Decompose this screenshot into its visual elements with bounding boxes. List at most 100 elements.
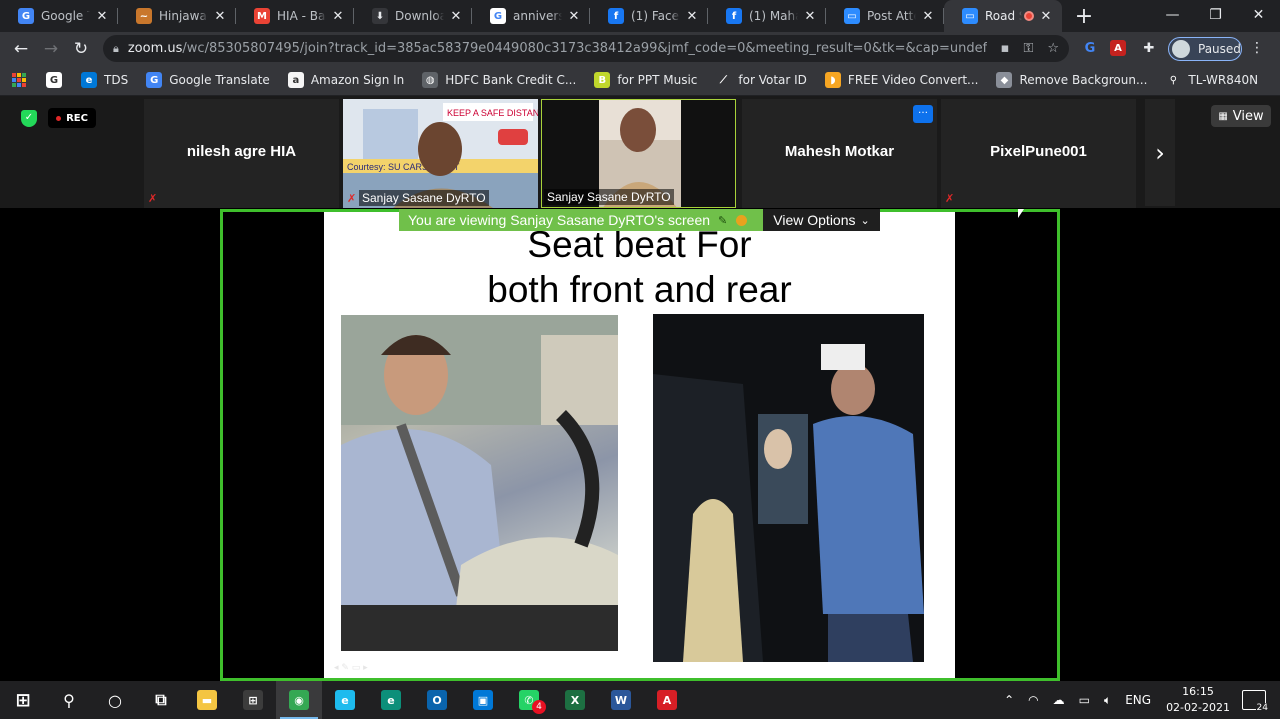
new-tab-button[interactable]: + [1068,0,1100,32]
excel-button[interactable]: X [552,681,598,719]
tab-5[interactable]: Ganniversary ✕ [472,0,590,32]
close-tab-icon[interactable]: ✕ [94,9,110,24]
bookmark-item[interactable]: Bfor PPT Music [594,72,697,88]
volume-icon[interactable]: 🔈︎ [1104,693,1111,708]
bookmark-item[interactable]: ◆ Remove Backgroun... [996,72,1147,88]
extensions-puzzle-icon[interactable]: ✚ [1139,38,1159,58]
active-speaker-tile[interactable]: Sanjay Sasane DyRTO [541,99,736,208]
music-icon: B [594,72,611,88]
clock[interactable]: 16:15 02-02-2021 [1166,684,1230,716]
chevron-up-icon[interactable]: ⌃ [1004,693,1014,707]
participant-video-tile[interactable]: KEEP A SAFE DISTANCE Courtesy: SU CARS P… [343,99,538,208]
close-tab-icon[interactable]: ✕ [1038,9,1054,24]
close-tab-icon[interactable]: ✕ [684,9,700,24]
close-tab-icon[interactable]: ✕ [920,9,936,24]
wifi-icon[interactable]: ◠ [1028,693,1038,707]
mail-icon: ▣ [473,690,493,710]
download-icon: ⬇ [372,8,388,24]
tab-9[interactable]: ▭ Road S ✕ [944,0,1062,32]
chrome-menu-icon[interactable]: ⋮ [1250,40,1264,56]
close-tab-icon[interactable]: ✕ [212,9,228,24]
minimize-button[interactable]: — [1151,0,1194,30]
camera-blocked-icon[interactable]: ▪ [1001,41,1010,56]
muted-mic-icon: ✗ [347,192,357,205]
battery-icon[interactable]: ▭ [1079,693,1090,707]
onedrive-icon[interactable]: ☁ [1053,693,1065,707]
file-explorer-button[interactable]: ▬ [184,681,230,719]
zoom-icon: ▭ [844,8,860,24]
close-tab-icon[interactable]: ✕ [566,9,582,24]
edge-button[interactable]: e [368,681,414,719]
bookmark-star-icon[interactable]: ☆ [1047,41,1059,56]
bookmark-item[interactable]: ◗ FREE Video Convert... [824,72,978,88]
back-button[interactable]: ← [6,34,36,64]
bookmark-item[interactable]: G Google Translate [146,72,270,88]
google-icon: G [490,8,506,24]
windows-taskbar: ⊞ ⚲ ○ ⧉ ▬ ⊞ ◉ e e O ▣ ✆ 4 X W A ⌃ ◠ ☁ ▭ 🔈︎ ENG 16:15 02… [0,681,1280,719]
annotate-icon[interactable]: ✎ [718,214,727,227]
participant-tile[interactable]: Mahesh Motkar [742,99,937,208]
view-button[interactable]: ▦ View [1211,105,1271,127]
ie-button[interactable]: e [322,681,368,719]
tab-8[interactable]: ▭ Post Attend ✕ [826,0,944,32]
bookmark-item[interactable]: a Amazon Sign In [287,72,404,88]
close-tab-icon[interactable]: ✕ [448,9,464,24]
word-button[interactable]: W [598,681,644,719]
outlook-button[interactable]: O [414,681,460,719]
close-window-button[interactable]: ✕ [1237,0,1280,30]
view-label: View [1232,108,1264,124]
tab-title: anniversary [513,9,562,23]
grid-view-icon: ▦ [1218,110,1228,122]
whatsapp-button[interactable]: ✆ 4 [506,681,552,719]
cortana-button[interactable]: ○ [92,681,138,719]
task-view-icon: ⧉ [151,690,171,710]
tab-6[interactable]: f (1) Faceboo ✕ [590,0,708,32]
stop-annotate-icon[interactable] [736,214,748,226]
tab-3[interactable]: M HIA - Barcla ✕ [236,0,354,32]
mail-button[interactable]: ▣ [460,681,506,719]
notification-center-icon[interactable]: 24 [1242,690,1269,713]
address-bar[interactable]: 🔒︎ zoom.us/wc/85305807495/join?track_id=… [103,35,1069,62]
bookmark-item[interactable]: ◍ HDFC Bank Credit C... [422,72,576,88]
edge-icon: e [381,690,401,710]
bookmark-item[interactable]: G [46,72,69,88]
windows-icon: ⊞ [15,689,31,711]
start-button[interactable]: ⊞ [0,681,46,719]
chrome-icon: ◉ [289,690,309,710]
task-view-button[interactable]: ⧉ [138,681,184,719]
view-options-button[interactable]: View Options ⌄ [763,209,880,231]
search-button[interactable]: ⚲ [46,681,92,719]
store-button[interactable]: ⊞ [230,681,276,719]
participant-tile[interactable]: nilesh agre HIA ✗ [144,99,339,208]
input-language[interactable]: ENG [1125,693,1151,707]
bookmark-item[interactable]: ⚲ TL-WR840N [1165,72,1258,88]
acrobat-button[interactable]: A [644,681,690,719]
encryption-shield-icon[interactable]: ✓ [21,110,37,127]
bookmark-label: TDS [104,73,129,87]
acrobat-extension-icon[interactable]: A [1110,40,1126,56]
participant-tile[interactable]: PixelPune001 ✗ [941,99,1136,208]
bookmark-item[interactable]: ⟋ for Votar ID [715,72,807,88]
next-page-button[interactable]: › [1145,99,1175,206]
restore-button[interactable]: ❐ [1194,0,1237,30]
apps-grid-icon[interactable] [12,73,26,87]
close-tab-icon[interactable]: ✕ [802,9,818,24]
profile-button[interactable]: Paused [1168,37,1242,61]
forward-button[interactable]: → [36,34,66,64]
bookmark-item[interactable]: e TDS [81,72,128,88]
reload-button[interactable]: ↻ [66,34,96,64]
close-tab-icon[interactable]: ✕ [330,9,346,24]
tab-1[interactable]: G Google Tran ✕ [0,0,118,32]
browser-toolbar: ← → ↻ 🔒︎ zoom.us/wc/85305807495/join?tra… [0,32,1280,65]
tab-7[interactable]: f (1) Maharo ✕ [708,0,826,32]
tab-4[interactable]: ⬇ Downloads ✕ [354,0,472,32]
tab-2[interactable]: ~ Hinjawadi In ✕ [118,0,236,32]
clock-time: 16:15 [1182,685,1214,698]
chrome-button[interactable]: ◉ [276,681,322,719]
key-icon[interactable]: ⚿ [1023,41,1033,56]
google-extension-icon[interactable]: G [1080,38,1100,58]
more-options-button[interactable]: … [913,105,933,123]
gmail-icon: M [254,8,270,24]
rec-label: REC [66,112,88,124]
recording-indicator[interactable]: REC [48,108,96,128]
